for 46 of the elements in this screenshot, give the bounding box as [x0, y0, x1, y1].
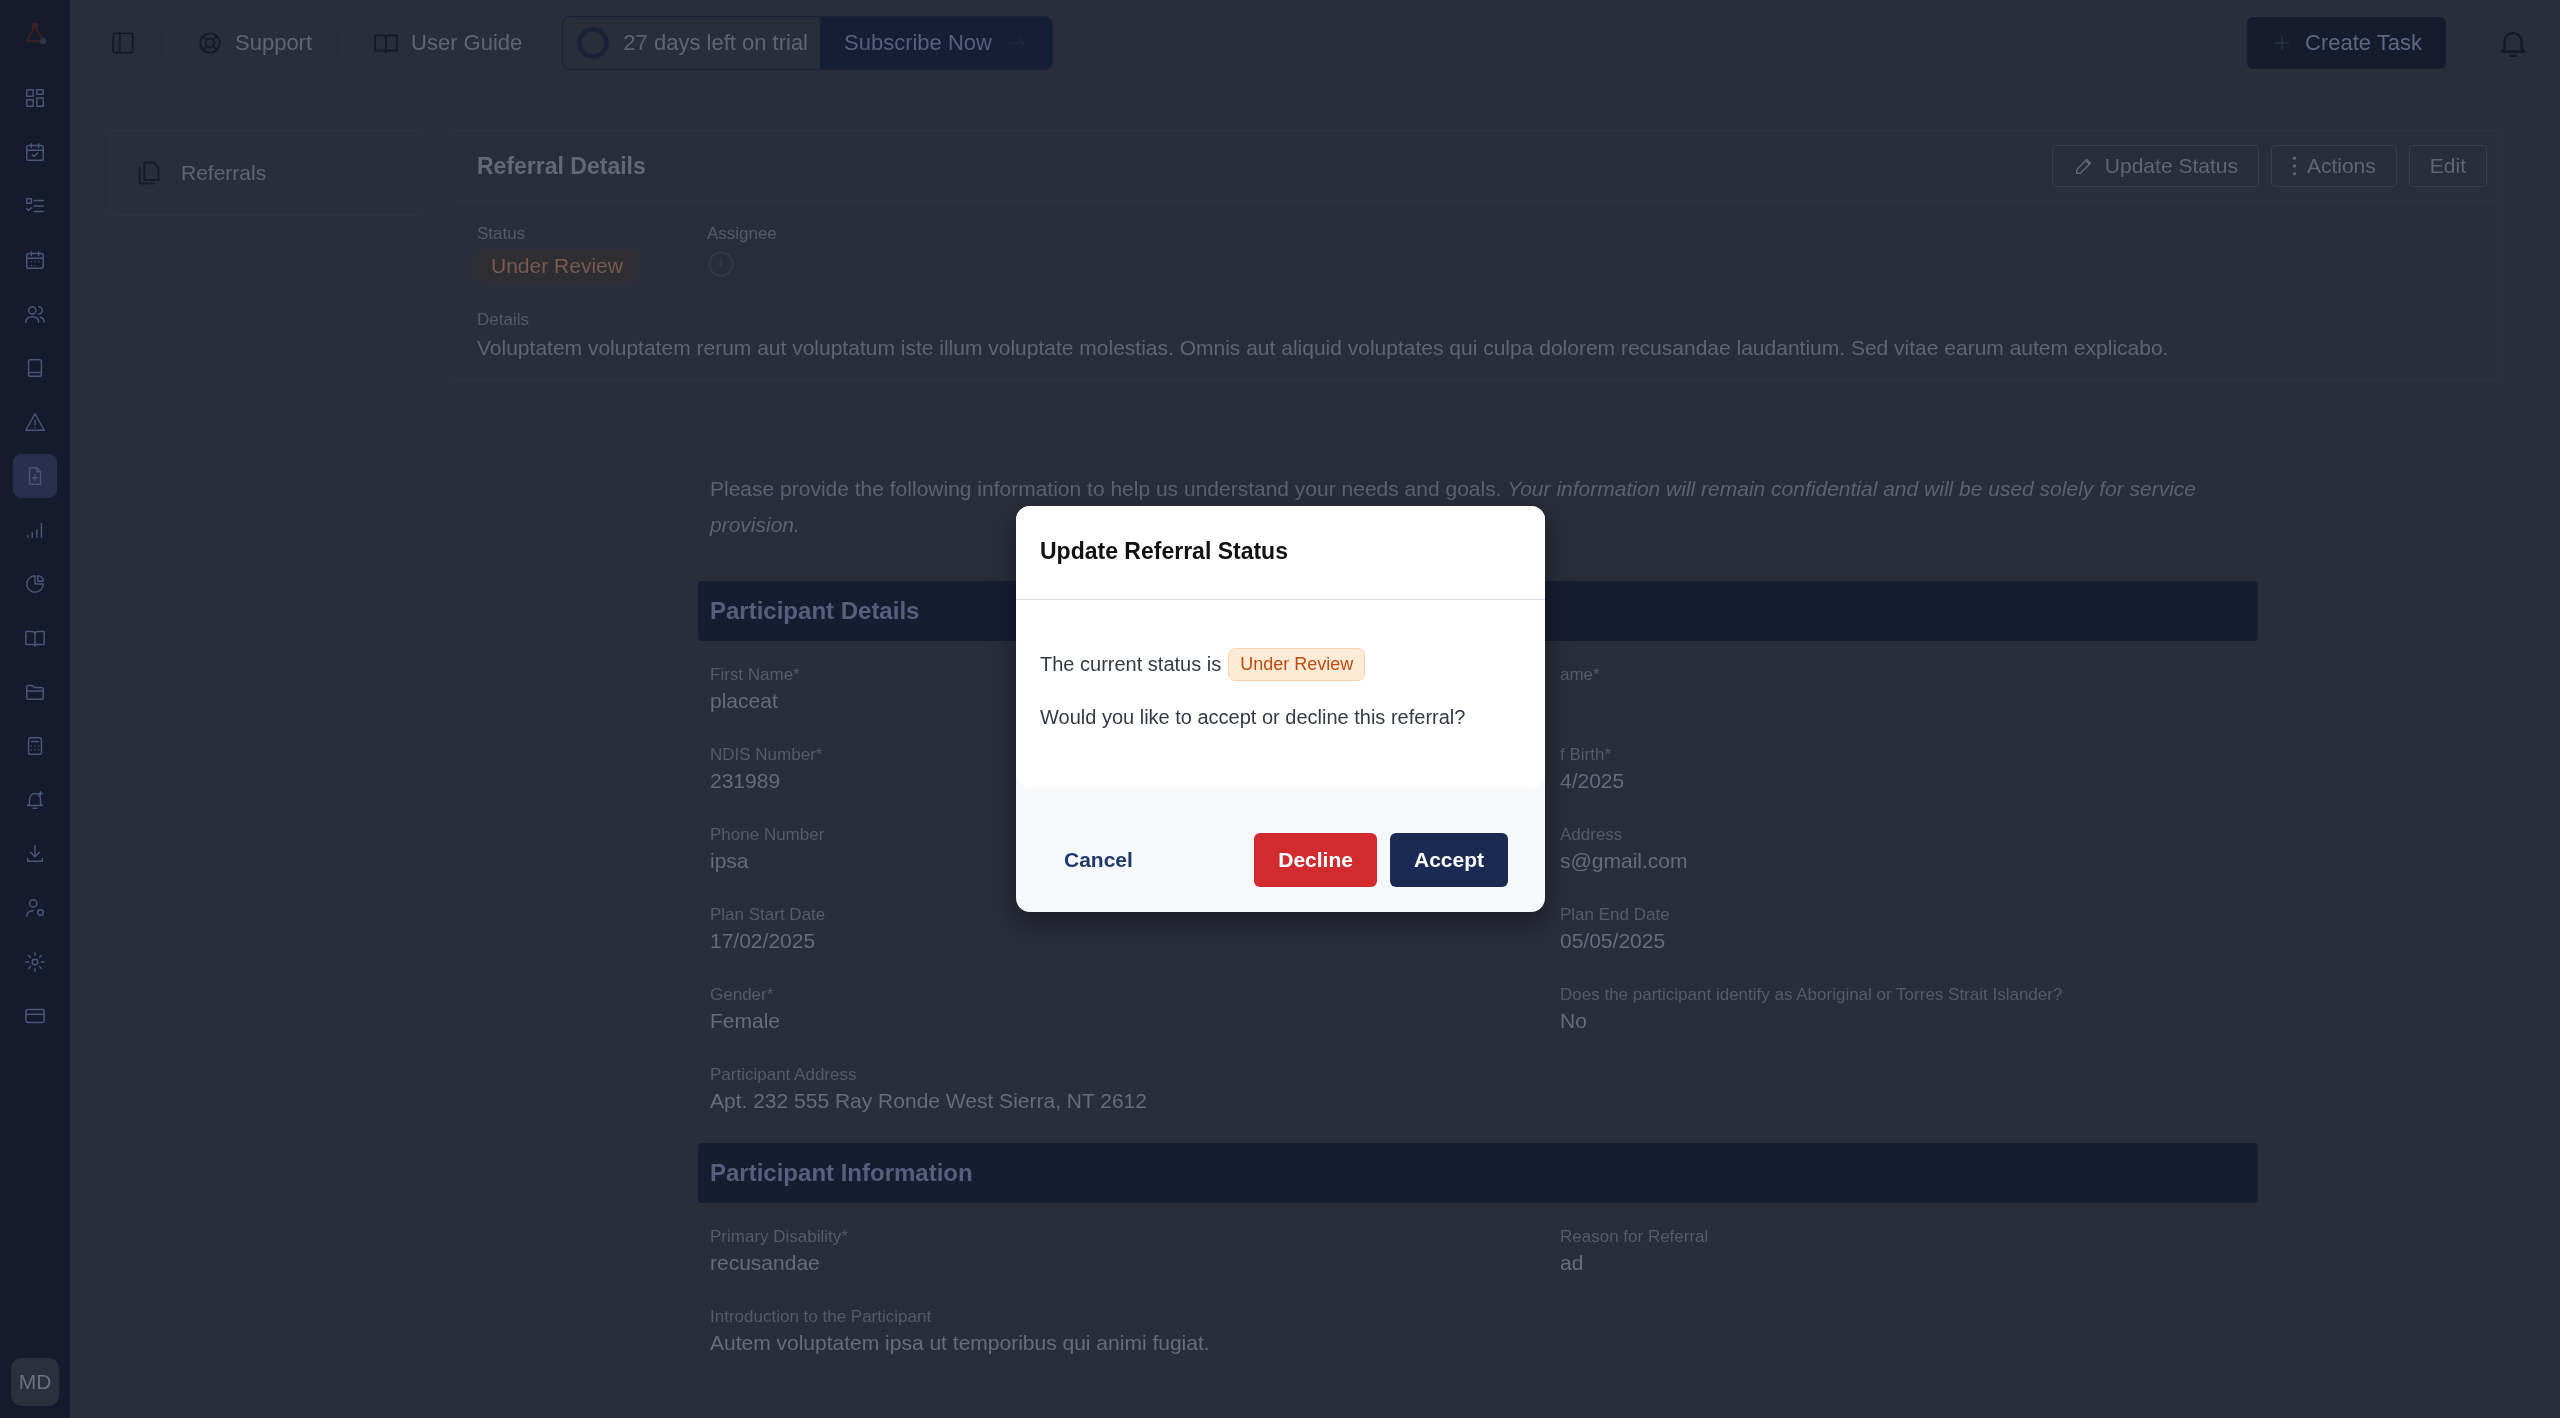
status-badge: Under Review — [1228, 648, 1366, 681]
more-vertical-icon — [2291, 156, 2297, 176]
field-value: 05/05/2025 — [1560, 929, 1666, 953]
create-task-button[interactable]: Create Task — [2247, 17, 2446, 69]
dashboard-icon — [24, 87, 46, 109]
edit-button[interactable]: Edit — [2408, 145, 2487, 187]
bell-plus-icon — [24, 789, 46, 811]
calendar-check-icon — [24, 141, 46, 163]
section-title: Participant Details — [710, 597, 920, 625]
field-value: recusandae — [710, 1251, 820, 1275]
field-value: 17/02/2025 — [710, 929, 816, 953]
field-value: ipsa — [710, 849, 749, 873]
sidebar-item[interactable] — [13, 454, 57, 498]
user-guide-link[interactable]: User Guide — [342, 30, 553, 56]
accept-button[interactable]: Accept — [1389, 833, 1508, 887]
field-value: Apt. 232 555 Ray Ronde West Sierra, NT 2612 — [710, 1089, 1147, 1113]
field-value: 4/2025 — [1560, 769, 1625, 793]
field-value: ad — [1560, 1251, 1584, 1275]
confirm-question: Would you like to accept or decline this referral? — [1040, 706, 1467, 729]
field-value: s@gmail.com — [1560, 849, 1688, 873]
page-title: Referral Details — [477, 152, 647, 180]
support-link[interactable]: Support — [166, 30, 343, 56]
user-gear-icon — [24, 897, 46, 919]
decline-button[interactable]: Decline — [1254, 833, 1377, 887]
field-value: Female — [710, 1009, 781, 1033]
nav-item[interactable]: Referrals — [135, 159, 267, 187]
status-badge: Under Review — [477, 250, 637, 282]
user-avatar[interactable]: MD — [11, 1358, 59, 1406]
field-value: No — [1560, 1009, 1587, 1033]
update-status-button[interactable]: Update Status — [2051, 145, 2259, 187]
actions-button[interactable]: Actions — [2270, 145, 2397, 187]
users-icon — [24, 303, 46, 325]
field-value: placeat — [710, 689, 778, 713]
section-title: Participant Information — [710, 1159, 973, 1187]
status-text: The current status is — [1040, 653, 1222, 676]
subscribe-button[interactable]: Subscribe Now — [820, 17, 1052, 69]
trial-text: 27 days left on trial — [623, 30, 808, 56]
pie-chart-icon — [24, 573, 46, 595]
download-icon — [24, 843, 46, 865]
field-value: Autem voluptatem ipsa ut temporibus qui animi fugiat. — [710, 1331, 1210, 1355]
warning-icon — [24, 411, 46, 433]
details-text: Voluptatem voluptatem rerum aut voluptatum iste illum voluptate molestias. Omnis aut aliquid voluptates qui culpa dolorem recusandae laudantium. Sed vitae earum autem explicabo. — [477, 336, 2170, 360]
calendar-icon — [24, 249, 46, 271]
field-value: 231989 — [710, 769, 781, 793]
modal-title: Update Referral Status — [1016, 506, 1545, 600]
cancel-button[interactable]: Cancel — [1040, 838, 1157, 882]
